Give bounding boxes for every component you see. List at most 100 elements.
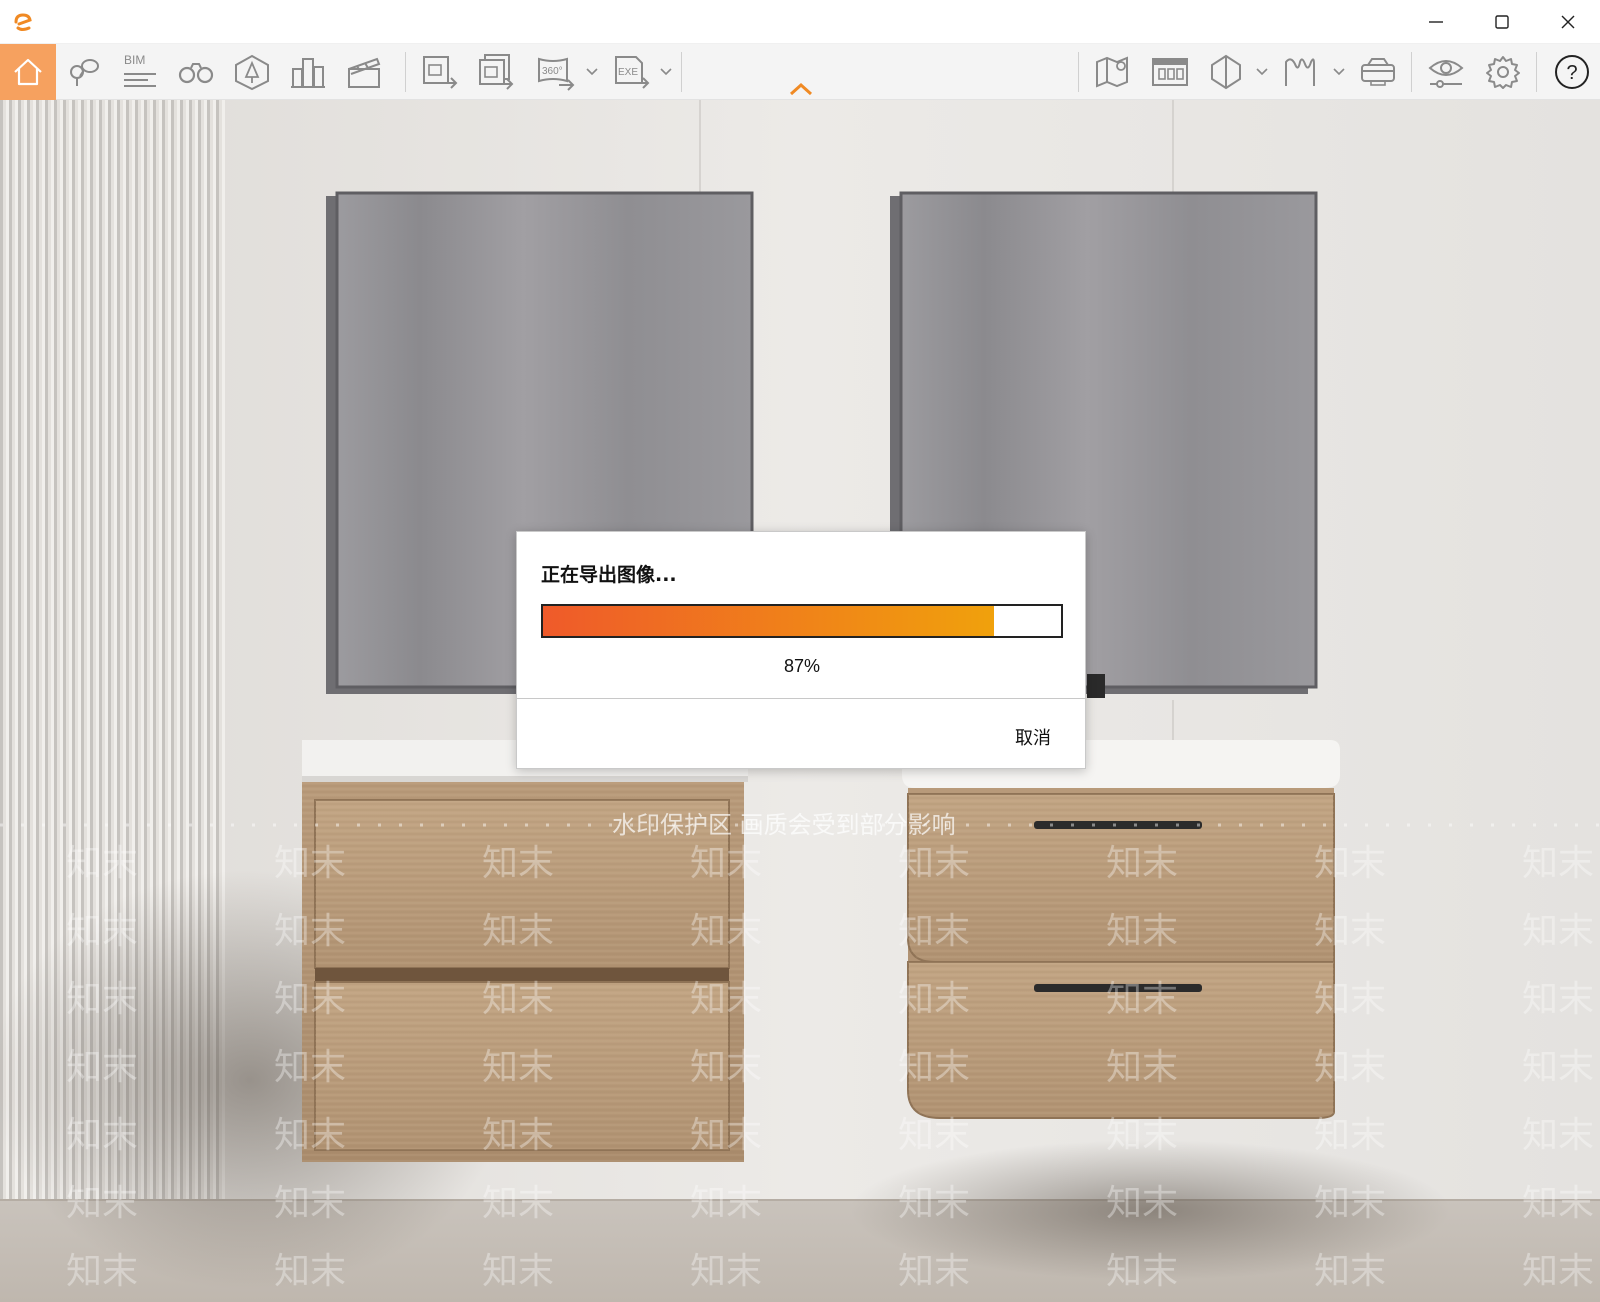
watermark-tile: 知末 [482, 1047, 554, 1088]
watermark-tile: 知末 [274, 1047, 346, 1088]
dialog-divider [517, 698, 1085, 699]
atmosphere-icon [1285, 58, 1315, 86]
section-dropdown-button[interactable] [1254, 44, 1270, 100]
batch-export-button[interactable] [468, 44, 524, 100]
buildings-icon [291, 58, 325, 88]
watermark-tile: 知末 [66, 1251, 138, 1292]
watermark-tile: 知末 [66, 843, 138, 884]
exe-dropdown-button[interactable] [658, 44, 674, 100]
watermark-tile: 知末 [898, 843, 970, 884]
bim-info-icon: BIM [124, 53, 156, 87]
export-image-button[interactable] [412, 44, 468, 100]
watermark-tile: 知末 [1106, 979, 1178, 1020]
watermark-tile: 知末 [66, 979, 138, 1020]
watermark-tile: 知末 [1106, 1047, 1178, 1088]
watermark-tile: 知末 [690, 1047, 762, 1088]
progress-fill [543, 606, 994, 636]
exe-export-icon: EXE [615, 56, 650, 89]
help-icon: ? [1555, 55, 1589, 89]
watermark-tile: 知末 [1106, 843, 1178, 884]
watermark-tile: 知末 [274, 979, 346, 1020]
title-bar [0, 0, 1600, 44]
vr-headset-button[interactable] [1350, 44, 1406, 100]
walk-mode-button[interactable] [168, 44, 224, 100]
watermark-tile: 知末 [274, 1251, 346, 1292]
chevron-down-icon [586, 68, 598, 76]
watermark-tile: 知末 [482, 1251, 554, 1292]
close-button[interactable] [1536, 0, 1600, 44]
watermark-tile: 知末 [1314, 911, 1386, 952]
watermark-tile: 知末 [1106, 1251, 1178, 1292]
city-buildings-button[interactable] [280, 44, 336, 100]
watermark-tile: 知末 [690, 1183, 762, 1224]
watermark-tile: 知末 [482, 843, 554, 884]
watermark-tile: 知末 [1522, 1251, 1594, 1292]
watermark-tile: 知末 [690, 1251, 762, 1292]
chevron-down-icon [660, 68, 672, 76]
watermark-tile: 知末 [1522, 979, 1594, 1020]
export-progress-dialog: 正在导出图像... 87% 取消 [516, 531, 1086, 769]
home-icon [14, 58, 42, 86]
exe-label: EXE [618, 67, 638, 78]
toolbar-separator [1536, 52, 1537, 92]
panorama-dropdown-button[interactable] [584, 44, 600, 100]
panorama-export-button[interactable]: 360° [528, 44, 584, 100]
watermark-tile: 知末 [1314, 1183, 1386, 1224]
panorama-export-icon: 360° [538, 57, 575, 91]
watermark-tile: 知末 [66, 1183, 138, 1224]
location-pins-icon [70, 59, 99, 86]
asset-library-button[interactable] [1142, 44, 1198, 100]
watermark-tile: 知末 [898, 979, 970, 1020]
cancel-button[interactable]: 取消 [1015, 724, 1051, 750]
watermark-tile: 知末 [898, 1047, 970, 1088]
atmosphere-button[interactable] [1272, 44, 1328, 100]
bim-info-button[interactable]: BIM [112, 44, 168, 100]
watermark-tile: 知末 [1314, 1251, 1386, 1292]
watermark-tile: 知末 [1522, 1115, 1594, 1156]
watermark-tile: 知末 [274, 843, 346, 884]
watermark-tile: 知末 [274, 1183, 346, 1224]
watermark-tile: 知末 [898, 1183, 970, 1224]
map-button[interactable] [1085, 44, 1141, 100]
site-context-button[interactable] [224, 44, 280, 100]
binoculars-icon [178, 63, 214, 84]
section-box-icon [1211, 54, 1241, 90]
watermark-tile: 知末 [1522, 1183, 1594, 1224]
watermark-tile: 知末 [898, 1115, 970, 1156]
maximize-button[interactable] [1470, 0, 1534, 44]
exe-export-button[interactable]: EXE [604, 44, 660, 100]
watermark-tile: 知末 [1314, 1115, 1386, 1156]
visual-settings-button[interactable] [1418, 44, 1474, 100]
collapse-toolbar-arrow-icon[interactable] [789, 82, 813, 96]
minimize-icon [1429, 21, 1443, 23]
asset-library-icon [1152, 58, 1188, 86]
watermark-tile: 知末 [66, 1115, 138, 1156]
toolbar-separator [405, 52, 406, 92]
minimize-button[interactable] [1404, 0, 1468, 44]
settings-button[interactable] [1475, 44, 1531, 100]
watermark-tile: 知末 [66, 911, 138, 952]
watermark-tile: 知末 [1106, 1183, 1178, 1224]
watermark-tile: 知末 [1522, 1047, 1594, 1088]
watermark-tile: 知末 [274, 1115, 346, 1156]
watermark-tile: 知末 [690, 843, 762, 884]
help-button[interactable]: ? [1544, 44, 1600, 100]
settings-icon [1486, 56, 1520, 89]
watermark-tile: 知末 [898, 1251, 970, 1292]
bim-label: BIM [124, 53, 145, 67]
section-box-button[interactable] [1198, 44, 1254, 100]
home-button[interactable] [0, 44, 56, 100]
watermark-banner: 水印保护区 画质会受到部分影响 [612, 811, 956, 839]
watermark-tile: 知末 [1314, 843, 1386, 884]
export-image-icon [423, 56, 458, 89]
location-pins-button[interactable] [56, 44, 112, 100]
video-editor-button[interactable] [336, 44, 392, 100]
watermark-tile: 知末 [690, 1115, 762, 1156]
toolbar-separator [1411, 52, 1412, 92]
enscape-window: BIM 360° EXE ? 水印保护区 画质会受到部分影响 知末 知末 知末 … [0, 0, 1600, 1302]
map-icon [1096, 56, 1128, 88]
watermark-tile: 知末 [482, 911, 554, 952]
maximize-icon [1495, 15, 1509, 29]
atmosphere-dropdown-button[interactable] [1331, 44, 1347, 100]
watermark-tile: 知末 [690, 911, 762, 952]
